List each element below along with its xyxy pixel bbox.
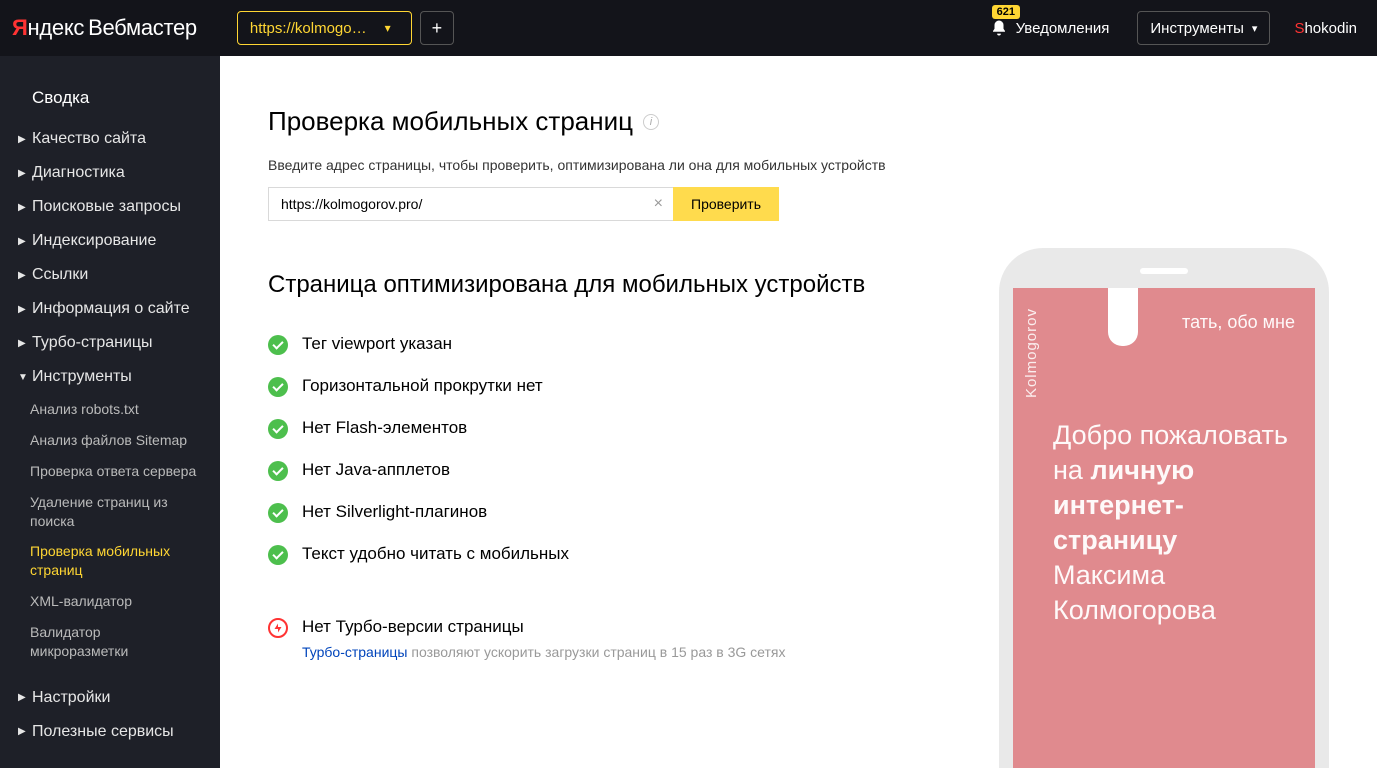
sidebar-item-site-info[interactable]: ▶Информация о сайте (0, 292, 220, 326)
page-hint: Введите адрес страницы, чтобы проверить,… (268, 157, 959, 173)
check-item: Нет Java-апплетов (268, 459, 959, 481)
tools-dropdown[interactable]: Инструменты ▾ (1137, 11, 1270, 45)
sidebar-item-useful-services[interactable]: ▶Полезные сервисы (0, 715, 220, 749)
sidebar-item-quality[interactable]: ▶Качество сайта (0, 122, 220, 156)
sidebar-sub-mobile-check[interactable]: Проверка мобильных страниц (0, 536, 220, 586)
sidebar-item-indexing[interactable]: ▶Индексирование (0, 224, 220, 258)
result-title: Страница оптимизирована для мобильных ус… (268, 271, 959, 299)
logo[interactable]: ЯндексВебмастер (12, 15, 197, 41)
sidebar-item-tools[interactable]: ▼Инструменты (0, 360, 220, 394)
sidebar-sub-xml-validator[interactable]: XML-валидатор (0, 586, 220, 617)
sidebar-item-links[interactable]: ▶Ссылки (0, 258, 220, 292)
top-header: ЯндексВебмастер https://kolmogo… ▾ + 621… (0, 0, 1377, 56)
sidebar-item-turbo[interactable]: ▶Турбо-страницы (0, 326, 220, 360)
bell-icon (990, 19, 1008, 37)
sidebar-sub-sitemap[interactable]: Анализ файлов Sitemap (0, 425, 220, 456)
check-item: Тег viewport указан (268, 333, 959, 355)
turbo-title: Нет Турбо-версии страницы (302, 616, 785, 638)
info-icon[interactable]: i (643, 114, 659, 130)
turbo-subtitle: Турбо-страницы позволяют ускорить загруз… (302, 644, 785, 660)
check-ok-icon (268, 377, 288, 397)
check-button[interactable]: Проверить (673, 187, 779, 221)
notification-badge: 621 (992, 5, 1020, 19)
url-input[interactable] (268, 187, 673, 221)
preview-brand-vertical: Kolmogorov (1023, 308, 1040, 398)
checks-list: Тег viewport указан Горизонтальной прокр… (268, 333, 959, 566)
check-item: Горизонтальной прокрутки нет (268, 375, 959, 397)
check-item: Нет Silverlight-плагинов (268, 501, 959, 523)
check-item: Нет Flash-элементов (268, 417, 959, 439)
check-ok-icon (268, 461, 288, 481)
caret-right-icon: ▶ (18, 202, 28, 213)
sidebar-summary[interactable]: Сводка (0, 80, 220, 122)
check-ok-icon (268, 335, 288, 355)
check-ok-icon (268, 503, 288, 523)
sidebar-item-settings[interactable]: ▶Настройки (0, 681, 220, 715)
caret-right-icon: ▶ (18, 304, 28, 315)
page-title: Проверка мобильных страниц i (268, 106, 959, 137)
turbo-warning-icon (268, 618, 288, 638)
preview-nav-link: тать, обо мне (1182, 312, 1295, 333)
check-item: Текст удобно читать с мобильных (268, 543, 959, 565)
sidebar-sub-robots[interactable]: Анализ robots.txt (0, 394, 220, 425)
sidebar-item-search-queries[interactable]: ▶Поисковые запросы (0, 190, 220, 224)
phone-speaker (1140, 268, 1188, 274)
user-menu[interactable]: Shokodin (1294, 20, 1357, 37)
clear-input-icon[interactable]: × (654, 196, 663, 212)
caret-right-icon: ▶ (18, 692, 28, 703)
preview-bookmark-shape (1108, 288, 1138, 346)
caret-right-icon: ▶ (18, 338, 28, 349)
turbo-link[interactable]: Турбо-страницы (302, 644, 407, 660)
sidebar-sub-server-response[interactable]: Проверка ответа сервера (0, 456, 220, 487)
site-url-label: https://kolmogo… (250, 20, 367, 37)
phone-screen: Kolmogorov тать, обо мне Добро пожаловат… (1013, 288, 1315, 768)
caret-down-icon: ▼ (18, 372, 28, 383)
sidebar-sub-microdata[interactable]: Валидатор микроразметки (0, 617, 220, 667)
sidebar-sub-remove-pages[interactable]: Удаление страниц из поиска (0, 487, 220, 537)
sidebar: Сводка ▶Качество сайта ▶Диагностика ▶Пои… (0, 56, 220, 768)
url-check-row: × Проверить (268, 187, 959, 221)
chevron-down-icon: ▾ (385, 21, 391, 35)
phone-preview-column: Kolmogorov тать, обо мне Добро пожаловат… (999, 106, 1329, 768)
caret-right-icon: ▶ (18, 236, 28, 247)
page-content: Проверка мобильных страниц i Введите адр… (220, 56, 1377, 768)
notif-label: Уведомления (1016, 20, 1110, 37)
caret-right-icon: ▶ (18, 270, 28, 281)
check-ok-icon (268, 419, 288, 439)
site-selector[interactable]: https://kolmogo… ▾ (237, 11, 412, 45)
add-site-button[interactable]: + (420, 11, 454, 45)
preview-hero-text: Добро пожаловать на личную интернет-стра… (1053, 418, 1291, 629)
phone-frame: Kolmogorov тать, обо мне Добро пожаловат… (999, 248, 1329, 768)
plus-icon: + (432, 18, 443, 39)
chevron-down-icon: ▾ (1252, 22, 1258, 35)
sidebar-item-diagnostics[interactable]: ▶Диагностика (0, 156, 220, 190)
caret-right-icon: ▶ (18, 726, 28, 737)
turbo-warning: Нет Турбо-версии страницы Турбо-страницы… (268, 616, 959, 660)
check-ok-icon (268, 545, 288, 565)
caret-right-icon: ▶ (18, 168, 28, 179)
notifications-button[interactable]: 621 Уведомления (990, 19, 1110, 37)
caret-right-icon: ▶ (18, 134, 28, 145)
